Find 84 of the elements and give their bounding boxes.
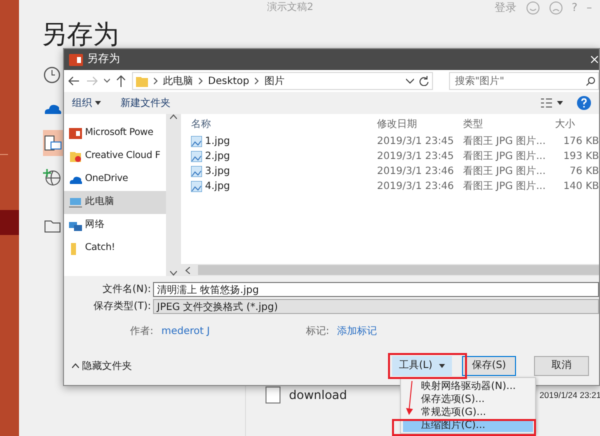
caret-icon [94, 101, 100, 105]
file-name: download [289, 387, 348, 404]
search-field[interactable]: 搜索"图片" [449, 72, 599, 90]
field-label: 保存类型(T): [92, 300, 152, 314]
file-name[interactable]: 2.jpg [205, 149, 230, 164]
table-cell-text: 看图王 JPG 图片... [463, 180, 547, 194]
caret-icon [439, 364, 445, 368]
table-cell-text: 看图王 JPG 图片... [463, 164, 547, 179]
cancel-button[interactable]: 取消 [534, 356, 589, 376]
tools-button[interactable]: 工具(L) [392, 356, 452, 376]
table-cell-text: 176 KB [562, 135, 599, 149]
column-header[interactable]: 名称 [191, 116, 377, 132]
up-icon[interactable] [116, 75, 126, 87]
add-tags-link[interactable]: 添加标记 [337, 324, 378, 339]
computer-icon [69, 196, 82, 209]
table-cell-text: 140 KB [562, 180, 599, 194]
dropdown-icon[interactable] [104, 78, 110, 84]
menu-item[interactable]: 保存选项(S)... [403, 393, 533, 406]
close-icon[interactable] [591, 56, 598, 63]
dropdown-icon[interactable] [406, 78, 414, 84]
chevron-up-icon [72, 363, 79, 368]
table-cell-text: 2019/3/1 23:46 [377, 165, 455, 179]
tags-label: 标记: [306, 324, 330, 339]
file-name[interactable]: 4.jpg [205, 179, 230, 194]
nav-item[interactable]: 网络 [64, 214, 166, 237]
help-icon[interactable] [577, 96, 591, 110]
image-file-icon [191, 151, 202, 162]
new-folder-button[interactable]: 新建文件夹 [120, 96, 170, 110]
table-cell-text: 2019/3/1 23:46 [377, 180, 455, 194]
file-icon [265, 386, 281, 404]
image-file-icon [191, 136, 202, 147]
computer-icon[interactable] [43, 134, 63, 152]
nav-item[interactable]: Creative Cloud F [64, 145, 166, 168]
chevron-icon [198, 77, 203, 85]
back-icon[interactable] [68, 76, 80, 86]
table-cell-text: 76 KB [568, 165, 599, 179]
chevron-icon [153, 77, 158, 85]
table-cell-text: 看图王 JPG 图片... [463, 150, 547, 164]
table-cell-text: 2019/3/1 23:45 [377, 150, 455, 164]
folder-icon [69, 150, 82, 163]
page-title: 另存为 [41, 19, 119, 52]
table-cell-text: 193 KB [562, 150, 599, 164]
table-cell-text: 2019/3/1 23:45 [377, 135, 455, 149]
organize-menu[interactable]: 组织 [72, 96, 100, 110]
breadcrumb-item[interactable]: Desktop [208, 74, 250, 88]
save-button[interactable]: 保存(S) [462, 356, 516, 376]
table-cell-text: 看图王 JPG 图片... [463, 134, 547, 149]
annotation-arrow [406, 381, 414, 417]
author-link[interactable]: mederot J [161, 324, 210, 339]
menu-item[interactable]: 常规选项(G)... [403, 406, 533, 419]
file-name[interactable]: 1.jpg [205, 134, 230, 149]
dialog-title: 另存为 [87, 51, 120, 68]
file-name[interactable]: 3.jpg [205, 164, 230, 179]
view-options-icon[interactable] [541, 98, 563, 108]
nav-item[interactable]: Catch! [64, 237, 166, 260]
globe-add-icon[interactable] [43, 168, 63, 186]
column-header[interactable]: 修改日期 [377, 116, 463, 132]
scroll-left-icon[interactable] [185, 266, 190, 274]
nav-item[interactable]: 此电脑 [64, 191, 166, 214]
nav-item[interactable]: Microsoft Powe [64, 122, 166, 145]
nav-item[interactable]: OneDrive [64, 168, 166, 191]
window-title: 演示文稿2 [267, 0, 314, 15]
author-label: 作者: [130, 324, 154, 339]
file-type-dropdown[interactable]: JPEG 文件交换格式 (*.jpg) [153, 299, 599, 314]
clock-icon[interactable] [43, 66, 63, 84]
breadcrumb-item[interactable]: 图片 [264, 74, 284, 88]
column-header[interactable]: 类型 [463, 116, 549, 132]
refresh-icon[interactable] [419, 76, 429, 86]
chevron-icon [254, 77, 260, 85]
image-file-icon [191, 181, 202, 192]
folder-icon [136, 75, 148, 87]
app-icon [69, 54, 83, 66]
scroll-up-icon[interactable] [170, 114, 178, 119]
hide-folders-toggle[interactable]: 隐藏文件夹 [72, 358, 132, 374]
network-icon [69, 219, 82, 232]
menu-item[interactable]: 映射网络驱动器(N)... [403, 380, 533, 393]
field-label: 文件名(N): [101, 282, 152, 297]
image-file-icon [191, 166, 202, 177]
breadcrumb-item[interactable]: 此电脑 [163, 74, 193, 88]
column-header[interactable]: 大小 [549, 116, 599, 132]
app-icon [69, 127, 82, 140]
scrollbar-thumb[interactable] [198, 265, 599, 275]
scroll-down-icon[interactable] [170, 271, 178, 276]
file-name-field[interactable]: 清明濡上 牧笛悠扬.jpg [153, 282, 599, 297]
